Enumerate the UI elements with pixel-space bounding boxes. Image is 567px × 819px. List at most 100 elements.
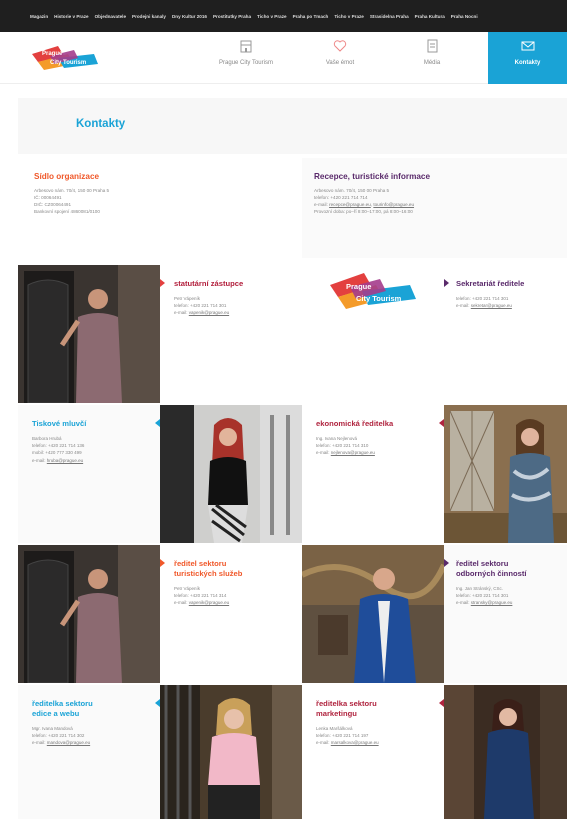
email-link[interactable]: marsalkova@prague.eu (331, 740, 379, 745)
arrow-right-icon (444, 559, 449, 567)
email-link[interactable]: hruba@prague.eu (47, 458, 83, 463)
prague-city-tourism-logo: Prague City Tourism (330, 273, 416, 309)
card-phone: telefon: +420 221 714 136 (32, 443, 85, 449)
card-email: e-mail: hruba@prague.eu (32, 457, 84, 463)
email-link[interactable]: stransky@prague.eu (471, 600, 513, 605)
topbar-link[interactable]: Strasidelna Praha (370, 14, 409, 19)
card-title: Sekretariát ředitele (456, 279, 525, 288)
portrait-photo (302, 545, 444, 683)
building-icon (240, 40, 252, 53)
card-phone: telefon: +420 221 714 301 (456, 296, 509, 301)
topbar-link[interactable]: Prodejni kanaly (132, 14, 166, 19)
sidlo-line: Arbesovo nám. 70/4, 150 00 Praha 5 (34, 188, 110, 193)
topbar-link[interactable]: Prostitutky Praha (213, 14, 251, 19)
card-email: e-mail: vapenik@prague.eu (174, 310, 230, 316)
email-link[interactable]: mandova@prague.eu (47, 740, 90, 745)
recepce-hours: Provozní doba: po–ří 8:00–17:00, pá 8:00… (314, 209, 413, 214)
topbar-link[interactable]: Dny Kultur 2016 (172, 14, 207, 19)
portrait-photo (18, 265, 160, 403)
envelope-icon (521, 41, 534, 51)
card-mobile: mobil: +420 777 330 499 (32, 450, 82, 456)
recepce-email-line: e-mail: recepce@prague.eu, tourinfo@prag… (314, 202, 415, 207)
card-title: ředitelka sektoru edice a webu (32, 699, 93, 718)
page-title: Kontakty (76, 118, 126, 130)
card-phone: telefon: +420 221 714 310 (316, 443, 369, 449)
email-link[interactable]: sekretar@prague.eu (471, 303, 512, 308)
card-title: statutární zástupce (174, 279, 244, 288)
contact-card: ředitelka sektoru marketingu Lenka Maršál… (302, 685, 444, 819)
nav-label: Kontakty (514, 60, 541, 66)
topbar-link[interactable]: Historie v Praze (54, 14, 88, 19)
portrait-photo (444, 685, 567, 819)
card-name: Mgr. Ivana Mandová (32, 726, 73, 731)
svg-text:Prague: Prague (346, 282, 371, 291)
card-title: ředitel sektoru turistických služeb (174, 559, 243, 578)
card-phone: telefon: +420 221 714 197 (316, 733, 369, 739)
document-icon (427, 39, 438, 53)
card-title: ředitel sektoru odborných činností (456, 559, 527, 578)
card-email: e-mail: sekretar@prague.eu (456, 303, 512, 309)
nav-kontakty-active[interactable]: Kontakty (488, 32, 567, 84)
email-link[interactable]: recepce@prague.eu (329, 202, 371, 207)
logo-tile: Prague City Tourism (302, 265, 444, 403)
arrow-right-icon (160, 559, 165, 567)
card-name: Ing. Jan Stránský, CSc. (456, 586, 504, 591)
arrow-right-icon (160, 279, 165, 287)
portrait-photo (18, 545, 160, 683)
card-email: e-mail: vapenik@prague.eu (174, 600, 230, 606)
topbar-link[interactable]: Praha Kultura (415, 14, 445, 19)
contact-card: ředitelka sektoru edice a webu Mgr. Ivana… (18, 685, 160, 819)
card-phone: telefon: +420 221 714 302 (32, 733, 85, 739)
email-link[interactable]: vapenik@prague.eu (189, 600, 229, 605)
portrait-photo (444, 405, 567, 543)
card-name: Petr Vápeník (174, 586, 201, 591)
prague-city-tourism-logo[interactable]: Prague City Tourism (28, 40, 102, 76)
card-email: e-mail: mandova@prague.eu (32, 740, 91, 746)
topbar-link[interactable]: Magazin (30, 14, 48, 19)
svg-text:City Tourism: City Tourism (356, 294, 402, 303)
recepce-title: Recepce, turistické informace (314, 172, 431, 181)
card-title: Tiskové mluvčí (32, 419, 87, 428)
contact-card: statutární zástupce Petr Vápeník telefon… (160, 265, 302, 403)
page-title-strip: Kontakty (18, 98, 567, 154)
nav-label: Prague City Tourism (219, 60, 273, 66)
contact-card: ředitel sektoru turistických služeb Petr … (160, 545, 302, 683)
email-link[interactable]: nejlenova@prague.eu (331, 450, 375, 455)
nav-prague-city-tourism[interactable]: Prague City Tourism (206, 38, 286, 78)
email-link[interactable]: tourinfo@prague.eu (373, 202, 414, 207)
card-email: e-mail: nejlenova@prague.eu (316, 450, 375, 456)
topbar-link[interactable]: Praha Nocni (451, 14, 478, 19)
nav-vase-emot[interactable]: Vaše émot (300, 38, 380, 78)
contact-card: Sekretariát ředitele telefon: +420 221 7… (444, 265, 567, 403)
main-navigation: Prague City Tourism Prague City Tourism … (0, 32, 567, 84)
card-title: ředitelka sektoru marketingu (316, 699, 377, 718)
topbar-link[interactable]: Ticho v Praze (334, 14, 364, 19)
card-email: e-mail: marsalkova@prague.eu (316, 740, 379, 746)
topbar-link[interactable]: Ticho v Praze (257, 14, 287, 19)
card-phone: telefon: +420 221 714 301 (456, 593, 509, 599)
card-title: ekonomická ředitelka (316, 419, 394, 428)
email-link[interactable]: vapenik@prague.eu (189, 310, 229, 315)
contact-card: Tiskové mluvčí Barbora Hrubá telefon: +4… (18, 405, 160, 543)
contact-card: ředitel sektoru odborných činností Ing. J… (444, 545, 567, 683)
portrait-photo (160, 405, 302, 543)
sidlo-line: DIČ: CZ00064491 (34, 202, 72, 207)
sidlo-line: IČ: 00064491 (34, 195, 62, 200)
recepce-line: Arbesovo nám. 70/4, 150 00 Praha 5 (314, 188, 390, 193)
recepce-line: telefon: +420 221 714 714 (314, 195, 368, 200)
card-name: Barbora Hrubá (32, 436, 62, 441)
portrait-photo (160, 685, 302, 819)
recepce-block: Recepce, turistické informace Arbesovo n… (302, 158, 567, 258)
sidlo-organizace-block: Sídlo organizace Arbesovo nám. 70/4, 150… (18, 158, 292, 258)
topbar-link[interactable]: Objednavatele (95, 14, 126, 19)
sidlo-title: Sídlo organizace (34, 172, 100, 181)
nav-label: Vaše émot (325, 60, 355, 66)
sidlo-line: Bankovní spojení 4860081/0100 (34, 209, 100, 214)
svg-text:City Tourism: City Tourism (50, 60, 86, 66)
card-name: Petr Vápeník (174, 296, 201, 301)
card-name: Lenka Maršálková (316, 726, 353, 731)
card-phone: telefon: +420 221 714 301 (174, 303, 227, 309)
nav-media[interactable]: Média (392, 38, 472, 78)
card-email: e-mail: stransky@prague.eu (456, 600, 513, 606)
topbar-link[interactable]: Praha po Tmach (293, 14, 329, 19)
